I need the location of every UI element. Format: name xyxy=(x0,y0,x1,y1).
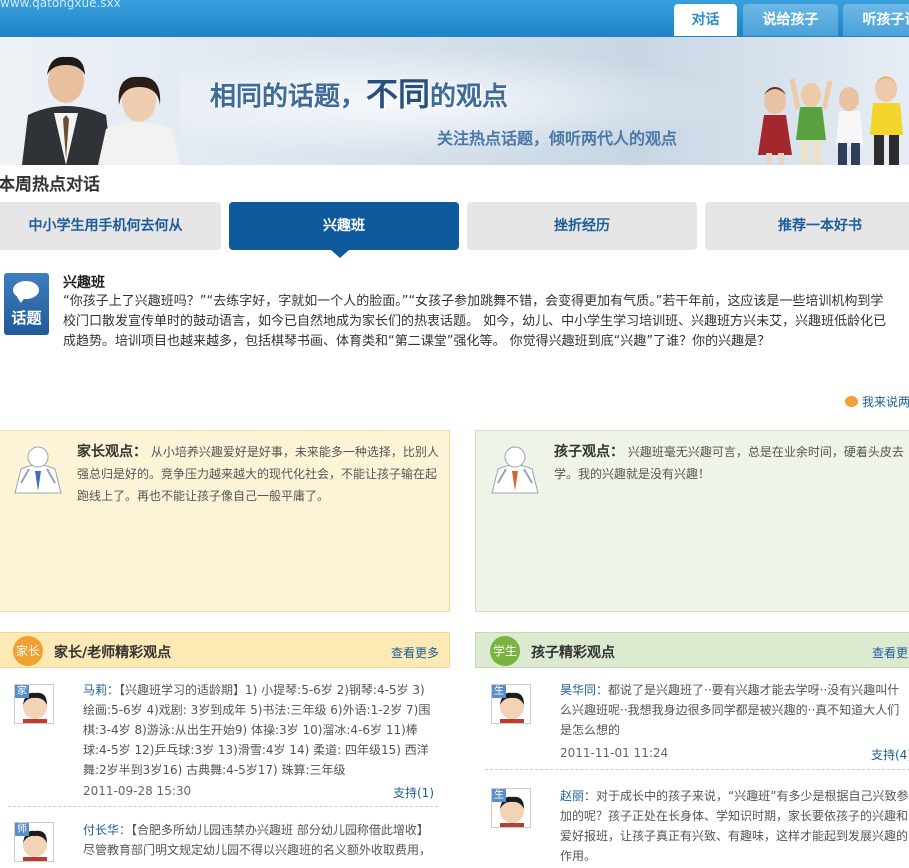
woman-photo xyxy=(98,76,180,165)
topic-tab-recommend-book[interactable]: 推荐一本好书 xyxy=(705,202,909,250)
parent-view-box: 家长观点： 从小培养兴趣爱好是好事，未来能多一种选择，比别人强总归是好的。竞争压… xyxy=(0,430,450,612)
kids-photo xyxy=(758,76,903,165)
kid-badge: 学生 xyxy=(490,636,520,666)
avatar[interactable]: 家 xyxy=(14,684,54,724)
kid-view-box: 孩子观点： 兴趣班毫无兴趣可言，总是在业余时间，硬着头皮去学。我的兴趣就是没有兴… xyxy=(475,430,909,612)
parent-view-text: 家长观点： 从小培养兴趣爱好是好事，未来能多一种选择，比别人强总归是好的。竞争压… xyxy=(77,444,439,503)
tab-listen-children[interactable]: 听孩子说 xyxy=(843,4,909,36)
divider xyxy=(8,806,438,807)
parent-panel-header: 家长 家长/老师精彩观点 查看更多 xyxy=(0,632,450,668)
active-tab-arrow xyxy=(331,250,349,258)
parent-panel-title: 家长/老师精彩观点 xyxy=(54,645,172,661)
kid-panel-title: 孩子精彩观点 xyxy=(531,645,615,661)
kid-view-text: 孩子观点： 兴趣班毫无兴趣可言，总是在业余时间，硬着头皮去学。我的兴趣就是没有兴… xyxy=(554,444,904,481)
commenter-name[interactable]: 昊华同 xyxy=(560,683,596,697)
commenter-name[interactable]: 付长华 xyxy=(83,823,119,837)
comment-text: 付长华：【合肥多所幼儿园违禁办兴趣班 部分幼儿园称借此增收】尽管教育部门明文规定… xyxy=(83,823,432,857)
banner-sub-slogan: 关注热点话题，倾听两代人的观点 xyxy=(437,129,678,148)
commenter-name[interactable]: 马莉 xyxy=(83,683,107,697)
parent-comments: 家 马莉：【兴趣班学习的适龄期】1) 小提琴:5-6岁 2)钢琴:4-5岁 3)… xyxy=(0,668,450,868)
kid-panel-header: 学生 孩子精彩观点 查看更多 xyxy=(475,632,909,668)
topic-tab-phones[interactable]: 中小学生用手机何去何从 xyxy=(0,202,221,250)
top-bar: www.qatongxue.sxx 对话 说给孩子 听孩子说 xyxy=(0,0,909,37)
avatar[interactable]: 师 xyxy=(14,822,54,862)
speech-bubble-icon xyxy=(13,281,39,303)
comment-text: 赵丽：对于成长中的孩子来说，“兴趣班”有多少是根据自己兴致参加的呢？孩子正处在长… xyxy=(560,789,909,863)
kid-comments: 生 昊华同：都说了是兴趣班了··要有兴趣才能去学呀··没有兴趣叫什么兴趣班呢··… xyxy=(475,668,909,868)
commenter-name[interactable]: 赵丽 xyxy=(560,789,584,803)
topic-tab-setbacks[interactable]: 挫折经历 xyxy=(467,202,697,250)
site-url: www.qatongxue.sxx xyxy=(0,0,121,10)
comment-icon xyxy=(845,396,858,407)
comment-date: 2011-11-01 11:24 xyxy=(560,746,669,760)
kid-more-link[interactable]: 查看更多 xyxy=(872,644,909,661)
tab-dialogue[interactable]: 对话 xyxy=(674,4,737,36)
kid-avatar-icon xyxy=(491,446,539,494)
section-title: 本周热点对话 xyxy=(0,175,100,195)
avatar[interactable]: 生 xyxy=(491,684,531,724)
topic-name: 兴趣班 xyxy=(63,275,105,291)
parent-avatar-icon xyxy=(14,446,62,494)
support-link[interactable]: 支持(4) xyxy=(871,746,909,763)
topic-badge: 话题 xyxy=(4,273,49,335)
parent-more-link[interactable]: 查看更多 xyxy=(391,644,439,661)
comment-text: 马莉：【兴趣班学习的适龄期】1) 小提琴:5-6岁 2)钢琴:4-5岁 3)绘画… xyxy=(83,683,431,777)
comment-date: 2011-09-28 15:30 xyxy=(83,784,192,798)
avatar[interactable]: 生 xyxy=(491,788,531,828)
comment-text: 昊华同：都说了是兴趣班了··要有兴趣才能去学呀··没有兴趣叫什么兴趣班呢··我想… xyxy=(560,683,900,737)
support-link[interactable]: 支持(1) xyxy=(393,784,434,801)
tab-tell-children[interactable]: 说给孩子 xyxy=(743,4,838,36)
banner-slogan: 相同的话题，不同的观点 xyxy=(210,75,509,113)
topic-tab-interest-class[interactable]: 兴趣班 xyxy=(229,202,459,250)
banner: 相同的话题，不同的观点 关注热点话题，倾听两代人的观点 xyxy=(0,37,909,165)
divider xyxy=(485,769,909,770)
topic-description: “你孩子上了兴趣班吗？”“去练字好，字就如一个人的脸面。”“女孩子参加跳舞不错，… xyxy=(63,294,887,349)
speak-link[interactable]: 我来说两句 xyxy=(845,393,909,410)
parent-badge: 家长 xyxy=(13,636,43,666)
